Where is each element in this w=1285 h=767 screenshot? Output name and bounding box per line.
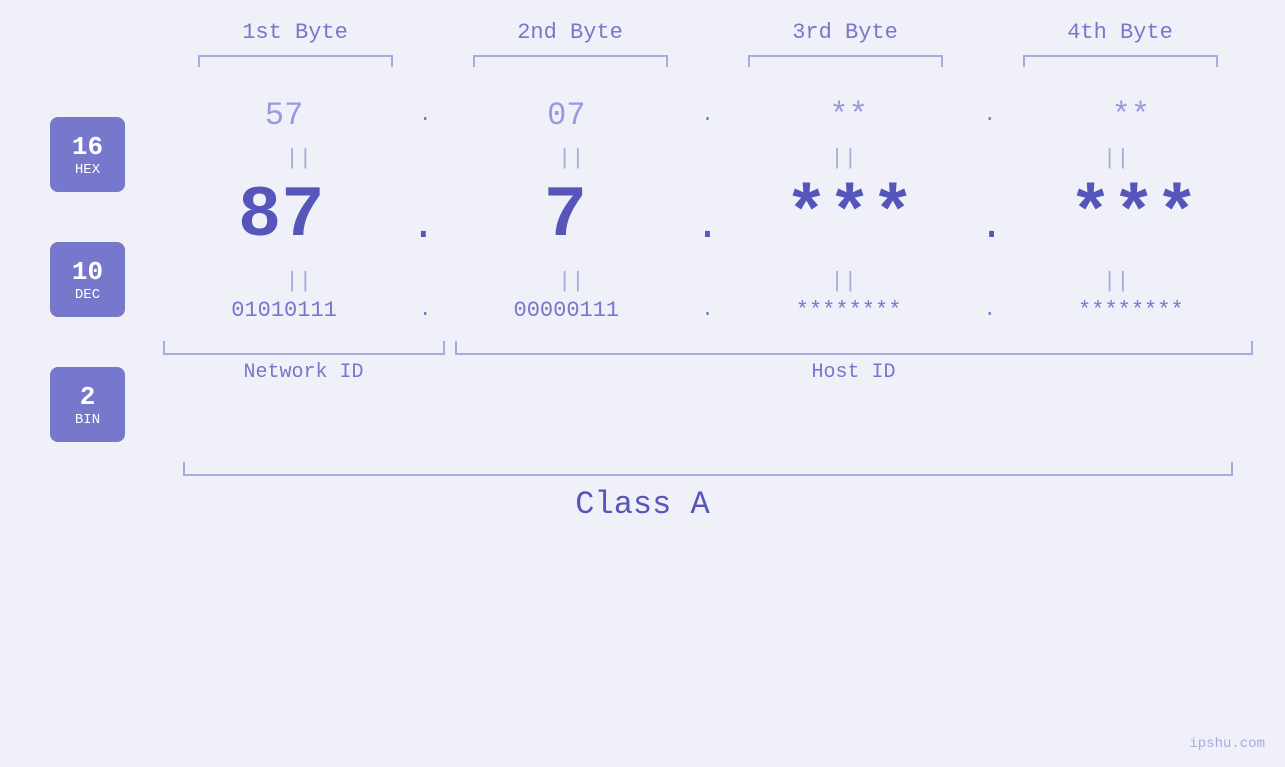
bin-row: 01010111 . 00000111 . ******** . *******… — [153, 298, 1263, 323]
hex-byte1-value: 57 — [265, 97, 303, 134]
dec-dot3: . — [979, 185, 1004, 247]
bin-dot3: . — [984, 299, 996, 322]
bracket1 — [198, 55, 393, 67]
byte4-header: 4th Byte — [1010, 20, 1230, 45]
dec-row: 87 . 7 . *** . *** — [153, 175, 1263, 257]
id-labels-row: Network ID Host ID — [153, 361, 1263, 384]
dec-byte1-value: 87 — [238, 175, 324, 257]
network-id-label: Network ID — [163, 361, 445, 384]
host-id-label: Host ID — [455, 361, 1253, 384]
bin-byte4-value: ******** — [1078, 298, 1184, 323]
hex-byte3-value: ** — [829, 97, 867, 134]
eq2-cell3: || — [734, 269, 954, 294]
hex-dot1: . — [419, 104, 431, 127]
dec-byte4-value: *** — [1069, 175, 1199, 257]
full-bottom-bracket — [183, 462, 1233, 476]
bin-dot2: . — [701, 299, 713, 322]
badges-column: 16 HEX 10 DEC 2 BIN — [23, 87, 153, 442]
class-label: Class A — [575, 486, 709, 523]
dec-dot2: . — [695, 185, 720, 247]
watermark: ipshu.com — [1189, 736, 1265, 752]
hex-byte2-value: 07 — [547, 97, 585, 134]
eq2-cell1: || — [189, 269, 409, 294]
eq1-cell2: || — [461, 146, 681, 171]
host-bracket — [455, 341, 1253, 355]
byte-headers: 1st Byte 2nd Byte 3rd Byte 4th Byte — [158, 20, 1258, 45]
bin-badge: 2 BIN — [50, 367, 125, 442]
main-content: 16 HEX 10 DEC 2 BIN 57 . 07 — [23, 87, 1263, 442]
eq2-cell4: || — [1006, 269, 1226, 294]
hex-byte3-cell: ** — [739, 97, 959, 134]
hex-byte4-cell: ** — [1021, 97, 1241, 134]
eq1-cell4: || — [1006, 146, 1226, 171]
equals-row-2: || || || || — [153, 265, 1263, 298]
dec-byte3-value: *** — [785, 175, 915, 257]
bracket3 — [748, 55, 943, 67]
bin-badge-label: BIN — [75, 412, 100, 428]
hex-byte1-cell: 57 — [174, 97, 394, 134]
bin-byte1-value: 01010111 — [231, 298, 337, 323]
dec-byte2-cell: 7 — [455, 175, 675, 257]
hex-badge: 16 HEX — [50, 117, 125, 192]
dec-byte4-cell: *** — [1024, 175, 1244, 257]
bin-byte1-cell: 01010111 — [174, 298, 394, 323]
hex-byte4-value: ** — [1112, 97, 1150, 134]
bin-byte4-cell: ******** — [1021, 298, 1241, 323]
network-bracket — [163, 341, 445, 355]
hex-badge-label: HEX — [75, 162, 100, 178]
bin-byte2-value: 00000111 — [514, 298, 620, 323]
bin-byte3-value: ******** — [796, 298, 902, 323]
dec-badge-label: DEC — [75, 287, 100, 303]
dec-badge-number: 10 — [72, 257, 103, 287]
main-container: 1st Byte 2nd Byte 3rd Byte 4th Byte 16 H… — [0, 0, 1285, 767]
data-rows: 57 . 07 . ** . ** || || || || — [153, 87, 1263, 384]
hex-byte2-cell: 07 — [456, 97, 676, 134]
byte2-header: 2nd Byte — [460, 20, 680, 45]
bracket2 — [473, 55, 668, 67]
eq2-cell2: || — [461, 269, 681, 294]
hex-row: 57 . 07 . ** . ** — [153, 97, 1263, 134]
bracket4 — [1023, 55, 1218, 67]
dec-byte3-cell: *** — [740, 175, 960, 257]
byte1-header: 1st Byte — [185, 20, 405, 45]
bin-byte3-cell: ******** — [739, 298, 959, 323]
sub-brackets-row — [153, 341, 1263, 355]
hex-dot2: . — [701, 104, 713, 127]
bin-badge-number: 2 — [80, 382, 96, 412]
dec-byte1-cell: 87 — [171, 175, 391, 257]
equals-row-1: || || || || — [153, 142, 1263, 175]
dec-byte2-value: 7 — [544, 175, 587, 257]
top-brackets — [158, 55, 1258, 67]
eq1-cell1: || — [189, 146, 409, 171]
byte3-header: 3rd Byte — [735, 20, 955, 45]
bin-dot1: . — [419, 299, 431, 322]
dec-badge: 10 DEC — [50, 242, 125, 317]
eq1-cell3: || — [734, 146, 954, 171]
bin-byte2-cell: 00000111 — [456, 298, 676, 323]
hex-dot3: . — [984, 104, 996, 127]
hex-badge-number: 16 — [72, 132, 103, 162]
dec-dot1: . — [411, 185, 436, 247]
